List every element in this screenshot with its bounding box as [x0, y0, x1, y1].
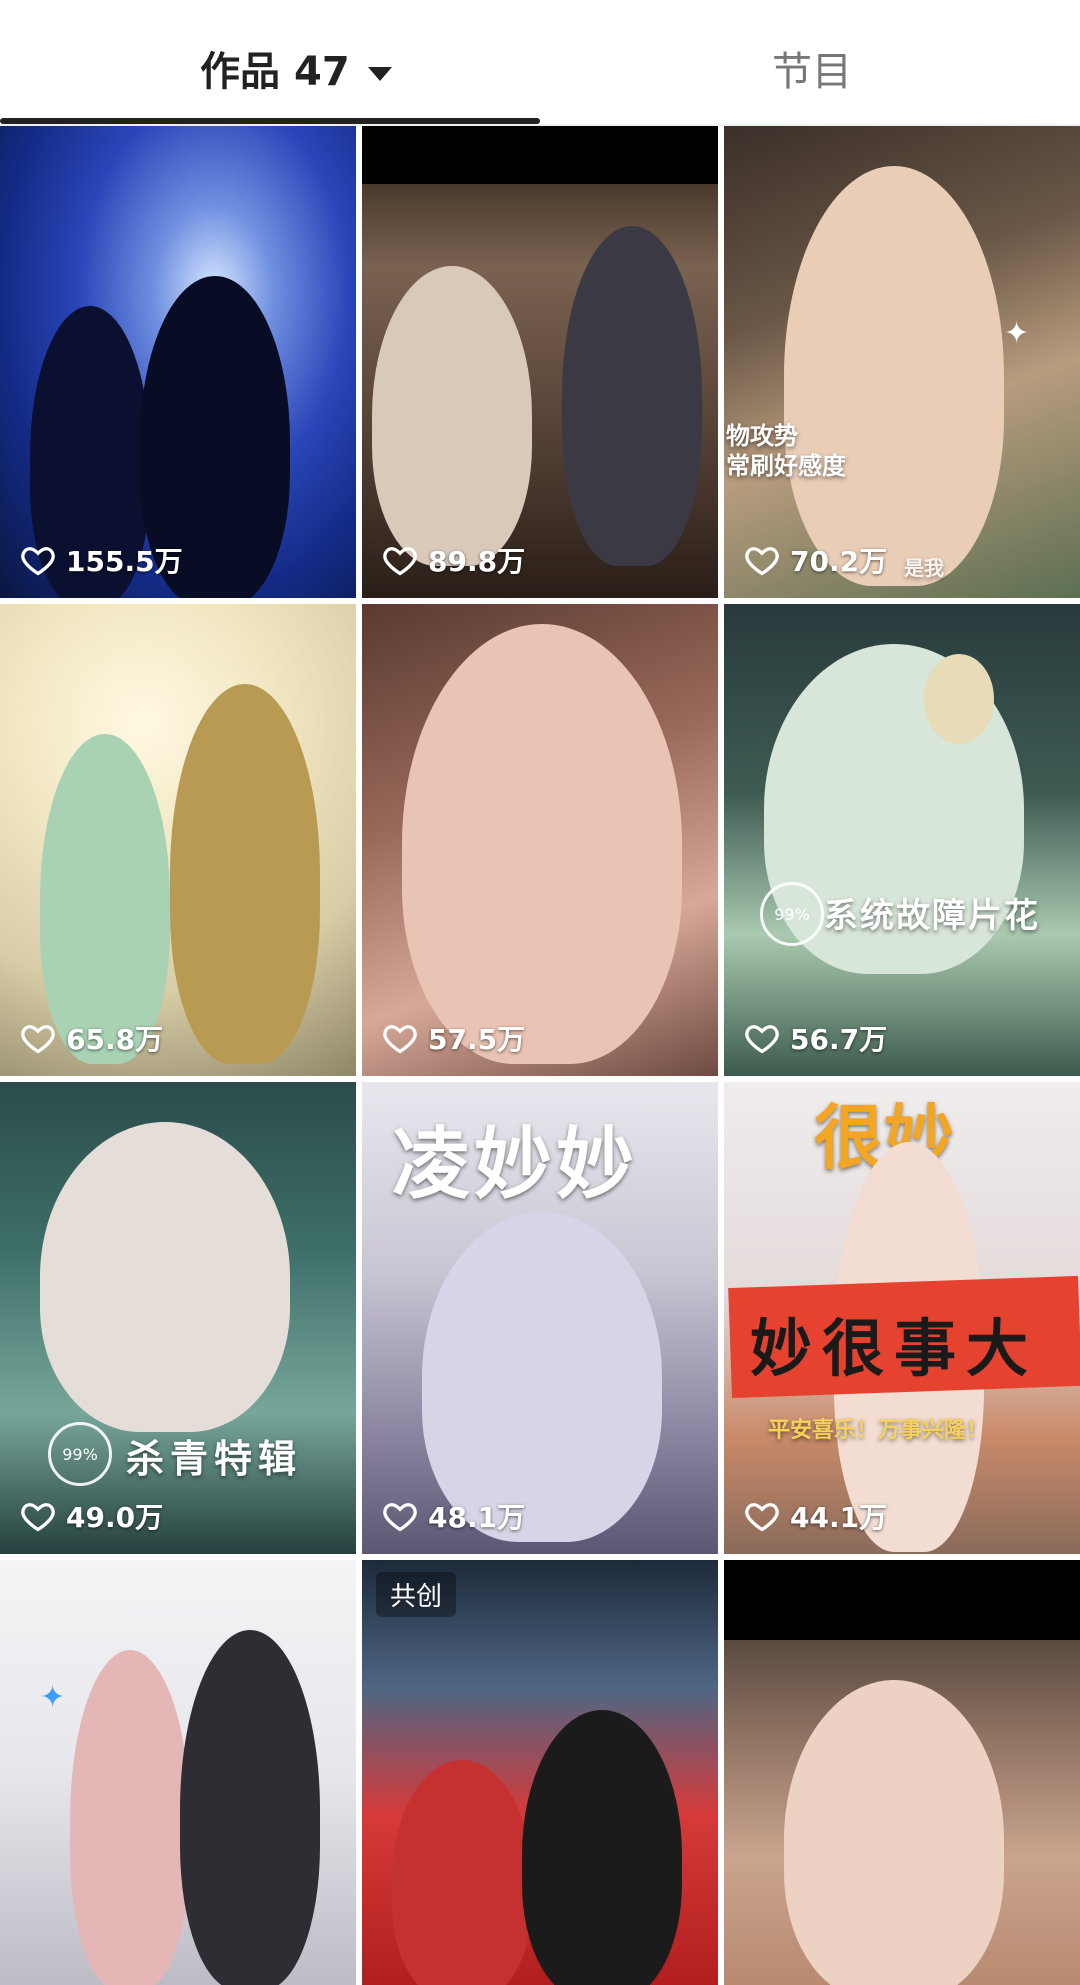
like-count: 89.8万	[382, 540, 525, 580]
character-figure	[170, 684, 320, 1064]
tab-works[interactable]: 作品 47	[200, 44, 392, 100]
tab-program[interactable]: 节目	[772, 44, 852, 100]
like-count-value: 89.8万	[428, 545, 526, 578]
video-tile-1[interactable]: 155.5万	[0, 126, 356, 598]
video-tile-5[interactable]: 57.5万	[362, 604, 718, 1076]
video-tile-11[interactable]: 共创	[362, 1560, 718, 1985]
character-figure	[422, 1212, 662, 1542]
heart-icon	[745, 1025, 779, 1054]
like-count-value: 44.1万	[790, 1501, 888, 1534]
video-tile-9[interactable]: 很妙 妙很事大 平安喜乐！万事兴隆！ 44.1万	[724, 1082, 1080, 1554]
like-count-value: 56.7万	[790, 1023, 888, 1056]
badge-99-icon: 99%	[48, 1422, 112, 1486]
character-figure	[402, 624, 682, 1064]
character-figure	[40, 734, 170, 1064]
like-count: 48.1万	[382, 1496, 525, 1536]
character-figure	[522, 1710, 682, 1985]
badge-99-icon: 99%	[760, 882, 824, 946]
tab-works-label: 作品	[200, 49, 280, 95]
like-count-value: 49.0万	[66, 1501, 164, 1534]
character-figure	[40, 1122, 290, 1432]
overlay-text: 是我	[904, 556, 944, 580]
character-figure	[180, 1630, 320, 1985]
like-count: 44.1万	[744, 1496, 887, 1536]
heart-icon	[383, 547, 417, 576]
video-tile-12[interactable]	[724, 1560, 1080, 1985]
sparkle-icon: ✦	[1004, 316, 1030, 351]
banner-subtitle: 平安喜乐！万事兴隆！	[768, 1417, 989, 1443]
character-figure	[784, 1680, 1004, 1985]
mirror-icon	[924, 654, 994, 744]
works-count: 47	[294, 49, 350, 95]
heart-icon	[21, 547, 55, 576]
heart-icon	[21, 1025, 55, 1054]
heart-icon	[21, 1503, 55, 1532]
heart-icon	[745, 547, 779, 576]
video-tile-8[interactable]: 凌妙妙 48.1万	[362, 1082, 718, 1554]
caret-down-icon[interactable]	[367, 67, 392, 81]
character-figure	[372, 266, 532, 566]
caption-line-2: 常刷好感度	[726, 451, 846, 480]
like-count: 57.5万	[382, 1018, 525, 1058]
like-count: 65.8万	[20, 1018, 163, 1058]
heart-icon	[383, 1503, 417, 1532]
video-tile-6[interactable]: 99% 系统故障片花 56.7万	[724, 604, 1080, 1076]
video-caption: 杀青特辑	[126, 1436, 303, 1481]
like-count: 155.5万	[20, 540, 183, 580]
heart-icon	[383, 1025, 417, 1054]
heart-icon	[745, 1503, 779, 1532]
title-art: 凌妙妙	[392, 1119, 639, 1210]
character-figure	[392, 1760, 532, 1985]
character-figure	[784, 166, 1004, 586]
video-tile-3[interactable]: ✦ 物攻势 常刷好感度 是我 70.2万	[724, 126, 1080, 598]
co-create-tag: 共创	[376, 1572, 457, 1617]
like-count-value: 57.5万	[428, 1023, 526, 1056]
like-count-value: 70.2万	[790, 545, 888, 578]
video-tile-10[interactable]: ✦	[0, 1560, 356, 1985]
like-count: 56.7万	[744, 1018, 887, 1058]
character-figure	[562, 226, 702, 566]
like-count: 70.2万	[744, 540, 887, 580]
video-tile-7[interactable]: 99% 杀青特辑 49.0万	[0, 1082, 356, 1554]
video-tile-4[interactable]: 65.8万	[0, 604, 356, 1076]
like-count-value: 65.8万	[66, 1023, 164, 1056]
banner-text: 妙很事大	[750, 1312, 1039, 1385]
character-figure	[70, 1650, 190, 1985]
like-count: 49.0万	[20, 1496, 163, 1536]
like-count-value: 48.1万	[428, 1501, 526, 1534]
sparkle-icon: ✦	[40, 1680, 66, 1715]
like-count-value: 155.5万	[66, 545, 183, 578]
tab-bar: 作品 47 节目	[0, 0, 1080, 124]
video-caption: 系统故障片花	[824, 896, 1040, 936]
video-tile-2[interactable]: 89.8万	[362, 126, 718, 598]
